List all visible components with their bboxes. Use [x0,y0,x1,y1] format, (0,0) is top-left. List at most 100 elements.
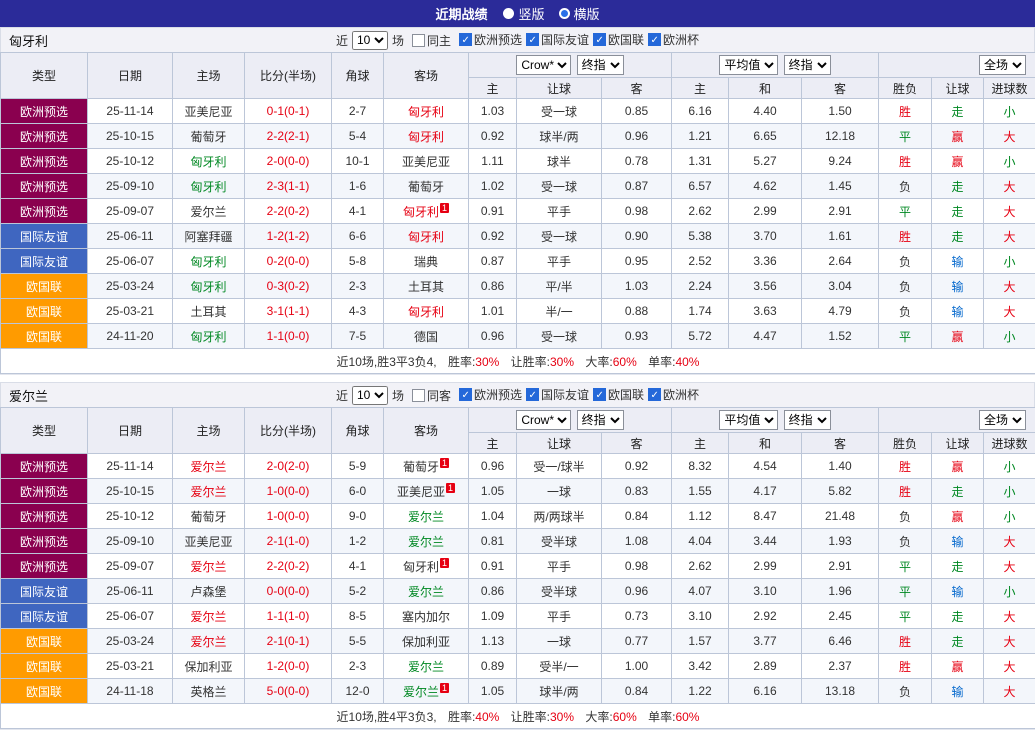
subcol-wdl: 胜负 [879,78,932,99]
odds-home: 1.13 [469,629,517,654]
competition-checkbox[interactable]: 国际友谊 [526,386,589,403]
match-count-select[interactable]: 10 [352,31,388,50]
match-row: 国际友谊25-06-07匈牙利0-2(0-0)5-8瑞典0.87平手0.952.… [1,249,1035,274]
avg-draw: 2.92 [729,604,802,629]
competition-checkbox[interactable]: 欧洲预选 [459,31,522,48]
col-header-home: 主场 [173,53,245,99]
handicap-line: 平手 [517,604,602,629]
result-goals: 小 [984,504,1035,529]
result-wdl: 平 [879,324,932,349]
team-name-text: 匈牙利 [190,280,226,294]
team-name-text: 匈牙利 [408,305,444,319]
team-name-text: 英格兰 [190,685,226,699]
subcol-euro-home: 主 [672,78,729,99]
match-row: 欧洲预选25-09-07爱尔兰2-2(0-2)4-1匈牙利10.91平手0.98… [1,199,1035,224]
competition-checkbox-input[interactable] [459,388,472,401]
handicap-line: 受半球 [517,529,602,554]
match-date: 25-09-10 [88,529,173,554]
result-goals: 大 [984,224,1035,249]
match-score: 2-2(0-2) [245,554,332,579]
avg-home: 4.07 [672,579,729,604]
competition-filters: 欧洲预选国际友谊欧国联欧洲杯 [455,31,699,49]
competition-checkbox-input[interactable] [593,33,606,46]
competition-checkbox-input[interactable] [526,388,539,401]
handicap-win-rate: 让胜率:30% [511,355,574,369]
competition-label: 欧洲预选 [474,31,522,48]
match-count-select[interactable]: 10 [352,386,388,405]
team-name-text: 葡萄牙 [403,460,439,474]
avg-draw: 2.99 [729,554,802,579]
corners: 6-6 [332,224,384,249]
competition-checkbox[interactable]: 欧洲杯 [648,386,699,403]
competition-checkbox-input[interactable] [459,33,472,46]
avg-draw: 6.65 [729,124,802,149]
competition-checkbox-input[interactable] [593,388,606,401]
team-name-text: 塞内加尔 [402,610,450,624]
competition-checkbox[interactable]: 欧国联 [593,31,644,48]
layout-radio-horizontal[interactable]: 横版 [559,4,600,23]
match-score: 1-1(1-0) [245,604,332,629]
match-row: 欧国联24-11-18英格兰5-0(0-0)12-0爱尔兰11.05球半/两0.… [1,679,1035,704]
odds-home: 0.89 [469,654,517,679]
match-date: 24-11-20 [88,324,173,349]
odd-rate: 单率:60% [648,710,699,724]
bookmaker-select[interactable]: Crow* [516,55,571,75]
away-team: 葡萄牙 [384,174,469,199]
odds-away: 1.08 [602,529,672,554]
away-team: 爱尔兰 [384,579,469,604]
handicap-line: 受一球 [517,324,602,349]
same-side-checkbox[interactable]: 同客 [412,387,451,404]
odds-home: 0.91 [469,199,517,224]
result-handicap: 赢 [932,124,984,149]
avg-home: 2.52 [672,249,729,274]
bookmaker-select[interactable]: Crow* [516,410,571,430]
corners: 4-3 [332,299,384,324]
odds-away: 0.92 [602,454,672,479]
corners: 8-5 [332,604,384,629]
subcol-asia-away: 客 [602,78,672,99]
avg-draw: 5.27 [729,149,802,174]
match-date: 25-03-24 [88,274,173,299]
competition-checkbox[interactable]: 欧洲预选 [459,386,522,403]
same-side-checkbox-input[interactable] [412,389,425,402]
result-wdl: 胜 [879,224,932,249]
scope-select[interactable]: 全场 [979,410,1026,430]
euro-avg-select[interactable]: 平均值 [719,410,778,430]
competition-checkbox-input[interactable] [648,388,661,401]
result-handicap: 赢 [932,149,984,174]
match-type: 欧洲预选 [1,554,88,579]
handicap-line: 平手 [517,249,602,274]
match-type: 国际友谊 [1,224,88,249]
over-rate: 大率:60% [585,355,636,369]
asia-odds-time-select[interactable]: 终指 [577,410,624,430]
layout-radio-vertical[interactable]: 竖版 [503,4,544,23]
home-team: 匈牙利 [173,174,245,199]
match-type: 国际友谊 [1,604,88,629]
same-side-checkbox[interactable]: 同主 [412,32,451,49]
team-name-text: 葡萄牙 [190,130,226,144]
competition-checkbox[interactable]: 欧国联 [593,386,644,403]
scope-select[interactable]: 全场 [979,55,1026,75]
competition-checkbox-input[interactable] [648,33,661,46]
team-name-text: 亚美尼亚 [184,535,232,549]
match-row: 欧洲预选25-09-10匈牙利2-3(1-1)1-6葡萄牙1.02受一球0.87… [1,174,1035,199]
odds-home: 1.11 [469,149,517,174]
same-side-checkbox-input[interactable] [412,34,425,47]
euro-avg-select[interactable]: 平均值 [719,55,778,75]
euro-odds-time-select[interactable]: 终指 [784,410,831,430]
team-name-text: 亚美尼亚 [397,485,445,499]
competition-checkbox[interactable]: 欧洲杯 [648,31,699,48]
match-date: 25-10-15 [88,124,173,149]
corners: 6-0 [332,479,384,504]
euro-odds-header: 平均值 终指 [672,53,879,78]
competition-checkbox[interactable]: 国际友谊 [526,31,589,48]
corners: 9-0 [332,504,384,529]
team-name-text: 匈牙利 [403,205,439,219]
team-name-text: 爱尔兰 [408,535,444,549]
euro-odds-time-select[interactable]: 终指 [784,55,831,75]
competition-checkbox-input[interactable] [526,33,539,46]
subcol-handicap: 让球 [517,78,602,99]
asia-odds-time-select[interactable]: 终指 [577,55,624,75]
match-score: 5-0(0-0) [245,679,332,704]
result-wdl: 负 [879,299,932,324]
